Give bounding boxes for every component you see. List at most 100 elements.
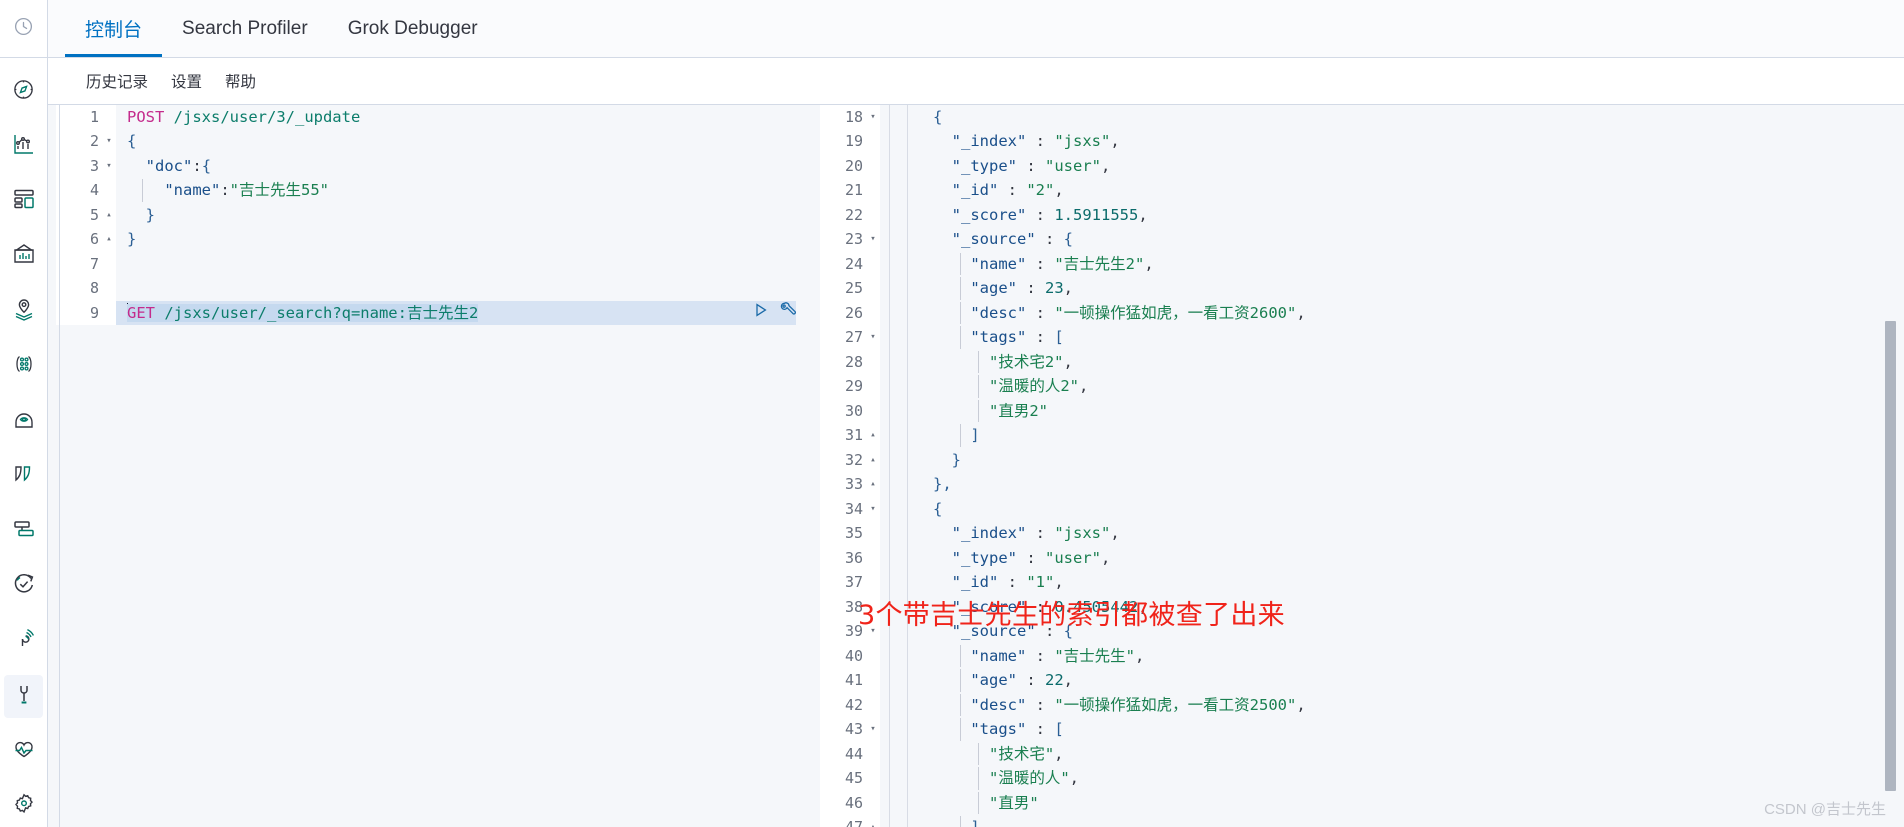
recently-viewed-button[interactable] (0, 0, 47, 58)
code-line[interactable]: 24 "name" : "吉士先生2", (820, 251, 1904, 277)
code-line[interactable]: 43 ▾ "tags" : [ (820, 717, 1904, 742)
sidebar-item-uptime[interactable] (0, 559, 47, 614)
code-line[interactable]: 44 "技术宅", (820, 741, 1904, 767)
sidebar-item-visualize[interactable] (0, 119, 47, 174)
sidebar-item-canvas[interactable] (0, 229, 47, 284)
line-number: 34 (820, 496, 866, 522)
code-line[interactable]: 42 "desc" : "一顿操作猛如虎，一看工资2500", (820, 692, 1904, 718)
sidebar-item-apm[interactable] (0, 449, 47, 504)
response-scrollbar[interactable] (1885, 105, 1896, 827)
code-line[interactable]: 4 "name":"吉士先生55" (56, 178, 796, 203)
line-number: 25 (820, 276, 866, 301)
fold-toggle-icon[interactable]: ▾ (866, 717, 880, 742)
wrench-icon[interactable] (779, 301, 796, 326)
fold-toggle-icon[interactable]: ▾ (102, 153, 116, 179)
sidebar-item-dashboard[interactable] (0, 174, 47, 229)
code-line[interactable]: 21 "_id" : "2", (820, 178, 1904, 203)
code-line[interactable]: 5 ▴ } (56, 202, 796, 228)
fold-toggle-icon[interactable]: ▴ (866, 815, 880, 827)
code-line[interactable]: 20 "_type" : "user", (820, 153, 1904, 179)
submenu-item-help[interactable]: 帮助 (225, 70, 256, 92)
code-line[interactable]: 30 "直男2" (820, 398, 1904, 424)
fold-toggle-icon[interactable]: ▾ (866, 104, 880, 130)
fold-placeholder (866, 668, 880, 693)
sidebar-item-dev-tools[interactable] (0, 669, 47, 724)
code-line[interactable]: 6 ▴} (56, 227, 796, 252)
sidebar-item-management[interactable] (0, 779, 47, 827)
fold-toggle-icon[interactable]: ▴ (866, 423, 880, 448)
sidebar-item-graph[interactable] (0, 339, 47, 394)
code-text: } (116, 227, 796, 252)
code-line[interactable]: 28 "技术宅2", (820, 349, 1904, 375)
editor-divider[interactable] (59, 104, 820, 827)
fold-toggle-icon[interactable]: ▾ (866, 496, 880, 522)
code-line[interactable]: 32 ▴ } (820, 447, 1904, 473)
code-line[interactable]: 1 POST /jsxs/user/3/_update (56, 104, 796, 130)
code-line[interactable]: 8 (56, 276, 796, 301)
fold-placeholder (866, 374, 880, 399)
tab-grok-debugger[interactable]: Grok Debugger (328, 0, 498, 57)
code-line[interactable]: 18 ▾ { (820, 104, 1904, 130)
code-line[interactable]: 29 "温暖的人2", (820, 374, 1904, 399)
tab-console[interactable]: 控制台 (65, 0, 163, 57)
code-line[interactable]: 40 "name" : "吉士先生", (820, 643, 1904, 669)
code-line[interactable]: 36 "_type" : "user", (820, 545, 1904, 571)
code-line[interactable]: 26 "desc" : "一顿操作猛如虎，一看工资2600", (820, 300, 1904, 326)
submenu-item-history[interactable]: 历史记录 (86, 70, 148, 92)
code-token: "name" (164, 181, 221, 200)
code-line[interactable]: 23 ▾ "_source" : { (820, 227, 1904, 252)
code-token: : (1026, 303, 1055, 322)
sidebar-item-infrastructure[interactable] (0, 504, 47, 559)
indent-rule-band (880, 815, 922, 827)
sidebar-item-discover[interactable] (0, 64, 47, 119)
code-line[interactable]: 31 ▴ ] (820, 423, 1904, 448)
submenu-item-settings[interactable]: 设置 (171, 70, 202, 92)
code-token: "_score" (951, 205, 1027, 224)
code-text: "_index" : "jsxs", (922, 129, 1904, 154)
code-token: , (1110, 132, 1120, 151)
sidebar-item-stack-monitoring[interactable] (0, 724, 47, 779)
code-line[interactable]: 3 ▾ "doc":{ (56, 153, 796, 179)
code-token: : (1026, 328, 1055, 347)
fold-toggle-icon[interactable]: ▴ (102, 202, 116, 228)
code-token: : (1026, 254, 1055, 273)
fold-toggle-icon[interactable]: ▴ (102, 227, 116, 252)
console-response-editor[interactable]: 18 ▾{19 "_index" : "jsxs", 20 "_type" : "u… (820, 104, 1904, 827)
fold-placeholder (866, 153, 880, 179)
code-line[interactable]: 35 "_index" : "jsxs", (820, 521, 1904, 546)
code-line[interactable]: 41 "age" : 22, (820, 668, 1904, 693)
code-line[interactable]: 9 GET /jsxs/user/_search?q=name:吉士先生2 (56, 300, 796, 326)
fold-toggle-icon[interactable]: ▾ (866, 325, 880, 350)
fold-toggle-icon[interactable]: ▾ (866, 227, 880, 252)
code-line[interactable]: 19 "_index" : "jsxs", (820, 129, 1904, 154)
code-token: "jsxs" (1054, 132, 1111, 151)
line-number: 47 (820, 815, 866, 827)
code-line[interactable]: 22 "_score" : 1.5911555, (820, 202, 1904, 228)
fold-toggle-icon[interactable]: ▴ (866, 447, 880, 473)
sidebar-item-machine-learning[interactable] (0, 394, 47, 449)
fold-toggle-icon[interactable]: ▴ (866, 472, 880, 497)
console-submenu: 历史记录 设置 帮助 (48, 58, 1904, 104)
code-line[interactable]: 37 "_id" : "1", (820, 570, 1904, 595)
tab-search-profiler[interactable]: Search Profiler (162, 0, 328, 57)
fold-toggle-icon[interactable]: ▾ (102, 129, 116, 154)
code-line[interactable]: 25 "age" : 23, (820, 276, 1904, 301)
sidebar-item-siem[interactable] (0, 614, 47, 669)
code-line[interactable]: 7 (56, 251, 796, 277)
code-line[interactable]: 34 ▾ { (820, 496, 1904, 522)
code-line[interactable]: 46 "直男" (820, 790, 1904, 816)
sidebar-item-maps[interactable] (0, 284, 47, 339)
code-line[interactable]: 47▴ ] (820, 815, 1904, 827)
response-scrollbar-thumb[interactable] (1885, 320, 1896, 791)
code-token: "name" (970, 646, 1027, 665)
code-line[interactable]: 27 ▾ "tags" : [ (820, 325, 1904, 350)
code-line[interactable]: 2 ▾ { (56, 129, 796, 154)
line-number: 33 (820, 472, 866, 497)
indent-guide (960, 252, 961, 276)
code-line[interactable]: 45 "温暖的人", (820, 766, 1904, 791)
console-request-editor[interactable]: 1 POST /jsxs/user/3/_update 2 ▾{3 ▾ "doc":{4… (56, 104, 796, 827)
play-triangle-icon[interactable] (753, 301, 769, 326)
code-text: "desc" : "一顿操作猛如虎，一看工资2600", (922, 301, 1904, 326)
code-line[interactable]: 33 ▴}, (820, 472, 1904, 497)
